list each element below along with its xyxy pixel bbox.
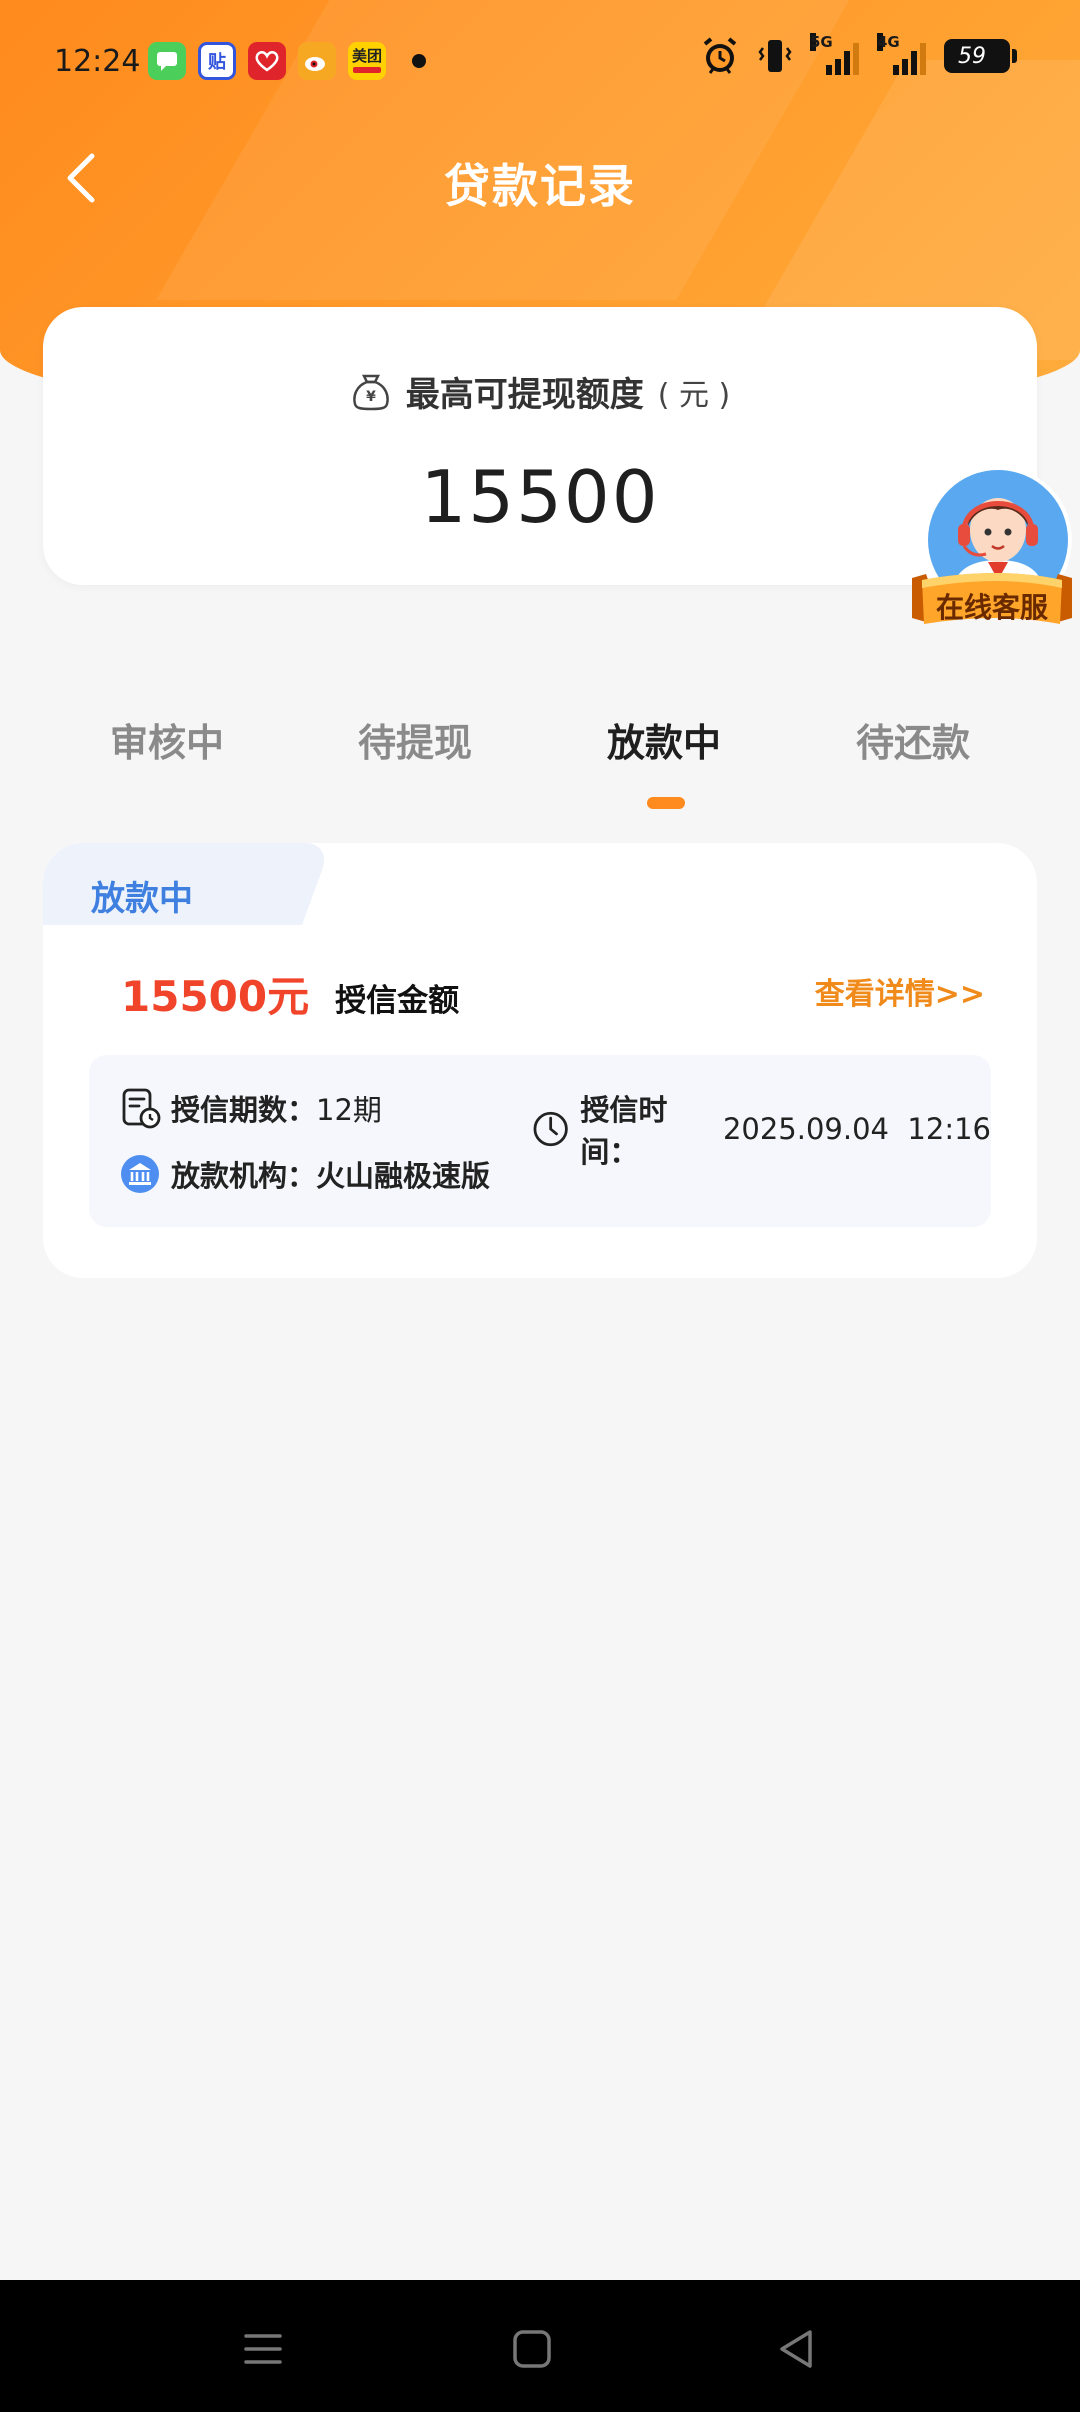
document-clock-icon [122, 1088, 161, 1129]
credit-amount-label: 授信金额 [335, 983, 460, 1019]
tab-disbursing[interactable]: 放款中 [539, 712, 789, 767]
status-time: 12:24 [54, 44, 141, 79]
record-status-tag: 放款中 [43, 843, 283, 925]
messages-app-icon [148, 42, 186, 80]
vibrate-icon [758, 40, 792, 72]
record-status-text: 放款中 [91, 879, 193, 919]
tab-reviewing[interactable]: 审核中 [42, 712, 292, 767]
meituan-app-label: 美团 [351, 47, 382, 65]
lending-institution-label: 放款机构： [171, 1159, 317, 1193]
limit-label-text: 最高可提现额度 [405, 375, 644, 415]
credit-amount-row: 15500元 授信金额 [121, 963, 459, 1024]
limit-label-row: ¥ 最高可提现额度 ( 元 ) [43, 367, 1037, 416]
credit-periods-row: 授信期数： 12期 [121, 1087, 382, 1129]
lending-institution-value: 火山融极速版 [316, 1159, 491, 1193]
view-details-link[interactable]: 查看详情>> [815, 969, 985, 1013]
notification-dot [412, 54, 426, 68]
tab-pending-repayment[interactable]: 待还款 [788, 712, 1038, 767]
credit-time-label: 授信时间： [580, 1093, 668, 1169]
menu-icon [244, 2334, 282, 2364]
tab-pending-withdraw[interactable]: 待提现 [290, 712, 540, 767]
signal-4g-icon: 4G [877, 33, 926, 75]
status-app-icons: 贴 美团 [148, 42, 426, 80]
online-service-button[interactable]: 在线客服 [912, 462, 1072, 644]
meituan-app-icon: 美团 [348, 42, 386, 80]
svg-text:¥: ¥ [366, 389, 376, 405]
weibo-app-icon [298, 42, 336, 80]
credit-periods-value: 12期 [316, 1093, 382, 1127]
page-title: 贷款记录 [444, 159, 636, 213]
signal-5g-icon: 5G [810, 33, 859, 75]
withdraw-limit-card: ¥ 最高可提现额度 ( 元 ) 15500 [43, 307, 1037, 585]
credit-periods-label: 授信期数： [171, 1093, 317, 1127]
limit-unit: ( 元 ) [657, 377, 731, 413]
home-square-icon [513, 2330, 551, 2368]
limit-amount: 15500 [420, 455, 660, 539]
credit-amount-value: 15500元 [121, 972, 310, 1021]
status-bar: 12:24 贴 美团 5G 4G 59 [0, 0, 1080, 124]
battery-indicator: 59 [944, 39, 1017, 73]
taobao-app-icon [248, 42, 286, 80]
record-info-box: 授信期数： 12期 授信时间： 2025.09.04 12:16 放款机构： 火… [89, 1055, 991, 1227]
home-button[interactable] [507, 2324, 557, 2374]
loan-status-tabs: 审核中 待提现 放款中 待还款 [0, 712, 1080, 812]
online-service-label: 在线客服 [935, 591, 1048, 624]
system-navigation-bar [0, 2280, 1080, 2412]
back-system-button[interactable] [772, 2324, 822, 2374]
money-bag-icon: ¥ [352, 374, 389, 410]
loan-record-card[interactable]: 放款中 15500元 授信金额 查看详情>> 授信期数： 12期 授信时间： 2… [43, 843, 1037, 1278]
active-tab-indicator [647, 797, 685, 809]
lending-institution-row: 放款机构： 火山融极速版 [119, 1153, 490, 1195]
tieba-app-icon: 贴 [198, 42, 236, 80]
clock-icon [533, 1111, 568, 1147]
back-triangle-icon [780, 2330, 812, 2368]
status-indicators: 5G 4G 59 [700, 33, 1017, 76]
menu-button[interactable] [238, 2324, 288, 2374]
bank-icon [121, 1155, 159, 1193]
credit-time-value: 2025.09.04 12:16 [722, 1112, 991, 1146]
credit-time-row: 授信时间： 2025.09.04 12:16 [531, 1087, 991, 1171]
alarm-icon [703, 37, 737, 74]
